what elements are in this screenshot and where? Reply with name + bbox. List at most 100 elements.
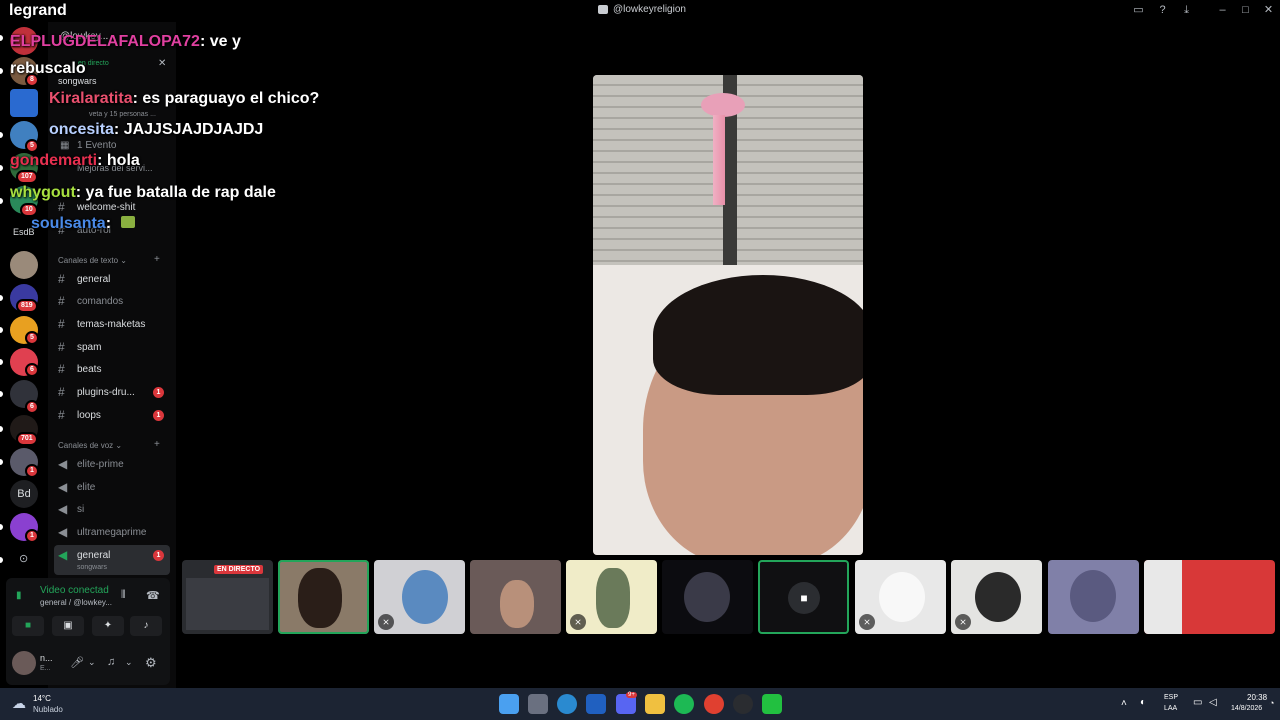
server-icon[interactable] — [10, 251, 38, 279]
mention-badge: 1 — [25, 529, 39, 543]
soundboard-button[interactable]: ♪ — [130, 616, 162, 636]
avatar[interactable] — [12, 651, 36, 675]
weather-icon[interactable]: ☁ — [12, 695, 26, 712]
video-tile[interactable] — [1048, 560, 1139, 634]
window-title-text: @lowkeyreligion — [613, 4, 686, 15]
chat-line: Kiralaratita: es paraguayo el chico? — [49, 90, 319, 108]
headphones-icon[interactable]: ♫ — [107, 656, 115, 668]
window-title: @lowkeyreligion — [598, 4, 686, 15]
voice-channel-general[interactable]: ◀ general 1 — [58, 545, 168, 565]
camera-button[interactable]: ■ — [12, 616, 44, 636]
video-tile[interactable]: ⨯ — [951, 560, 1042, 634]
chevron-down-icon[interactable]: ⌄ — [125, 657, 133, 668]
help-icon[interactable]: ? — [1156, 4, 1169, 17]
explorer-icon[interactable] — [645, 694, 665, 714]
mention-badge: 701 — [16, 432, 38, 446]
video-tile[interactable] — [662, 560, 753, 634]
channel-label: comandos — [77, 295, 124, 307]
events-link[interactable]: 1 Evento — [77, 140, 116, 151]
chat-line: oncesita: JAJJSJAJDJAJDJ — [49, 121, 263, 139]
activities-button[interactable]: ✦ — [92, 616, 124, 636]
download-icon[interactable]: ⤓ — [1180, 4, 1193, 17]
minimize-icon[interactable]: – — [1216, 4, 1229, 17]
clock-date[interactable]: 14/8/2026 — [1231, 705, 1262, 712]
mention-badge: 819 — [16, 299, 38, 313]
soundboard-icon[interactable]: ⫴ — [121, 589, 126, 602]
chrome-icon[interactable] — [704, 694, 724, 714]
chevron-down-icon[interactable]: ⌄ — [88, 657, 96, 668]
focused-video-stream[interactable] — [593, 75, 863, 555]
outlook-icon[interactable] — [586, 694, 606, 714]
mute-icon: ⨯ — [859, 614, 875, 630]
mic-icon[interactable]: 🎤︎ — [70, 656, 84, 669]
channel-loops[interactable]: # loops 1 — [58, 405, 168, 425]
task-view-icon[interactable] — [528, 694, 548, 714]
video-tile[interactable]: ■ — [758, 560, 849, 634]
hash-icon: # — [58, 294, 65, 308]
chat-text: : JAJJSJAJDJAJDJ — [113, 121, 264, 138]
voice-location[interactable]: general / @lowkey... — [40, 598, 112, 607]
mic-tray-icon[interactable]: ◐ — [1140, 697, 1146, 708]
chat-user: ELPLUGDELAFALOPA72 — [10, 33, 200, 50]
video-tile[interactable]: ⨯ — [855, 560, 946, 634]
user-status: E... — [40, 665, 51, 672]
video-tile[interactable] — [278, 560, 369, 634]
stream-tile[interactable]: EN DIRECTO — [182, 560, 273, 634]
network-icon[interactable]: ▭ — [1193, 697, 1202, 708]
voice-status[interactable]: Video conectad — [40, 585, 112, 596]
server-folder[interactable] — [10, 89, 38, 117]
chevron-up-icon[interactable]: ˄ — [1121, 698, 1127, 709]
channel-comandos[interactable]: # comandos — [58, 291, 168, 311]
screenshare-button[interactable]: ▣ — [52, 616, 84, 636]
channel-general[interactable]: # general — [58, 269, 168, 289]
close-icon[interactable]: ✕ — [1262, 4, 1275, 17]
discover-icon[interactable]: ⊙ — [19, 552, 28, 565]
mention-badge: 5 — [25, 331, 39, 345]
chat-text: : ve y — [199, 33, 241, 50]
language-indicator[interactable]: ESP — [1164, 694, 1178, 701]
chat-text: : hola — [97, 152, 140, 169]
channel-spam[interactable]: # spam — [58, 337, 168, 357]
text-category[interactable]: Canales de texto ⌄ + — [58, 254, 160, 265]
channel-plugins[interactable]: # plugins-dru... 1 — [58, 382, 168, 402]
video-tile[interactable] — [470, 560, 561, 634]
kick-icon[interactable] — [762, 694, 782, 714]
category-label: Canales de texto — [58, 256, 119, 265]
video-tile[interactable]: ⨯ — [566, 560, 657, 634]
add-channel-icon[interactable]: + — [154, 254, 160, 265]
video-tile[interactable] — [1144, 560, 1275, 634]
chat-line: ELPLUGDELAFALOPA72: ve y — [10, 33, 241, 51]
username[interactable]: n... — [40, 653, 53, 663]
spotify-icon[interactable] — [674, 694, 694, 714]
channel-temas-maketas[interactable]: # temas-maketas — [58, 314, 168, 334]
github-icon[interactable] — [733, 694, 753, 714]
maximize-icon[interactable]: □ — [1239, 4, 1252, 17]
video-tile[interactable]: ⨯ — [374, 560, 465, 634]
category-label: Canales de voz — [58, 441, 114, 450]
clock-time[interactable]: 20:38 — [1247, 693, 1267, 702]
hash-icon: # — [58, 408, 65, 422]
add-channel-icon[interactable]: + — [154, 439, 160, 450]
volume-icon[interactable]: ◁ — [1209, 697, 1217, 708]
brand-logo: legrand — [9, 2, 67, 19]
voice-channel-si[interactable]: ◀ si — [58, 499, 168, 519]
calendar-icon: ▦ — [60, 140, 70, 151]
inbox-icon[interactable]: ▭ — [1132, 4, 1145, 17]
gear-icon[interactable]: ⚙ — [145, 655, 157, 671]
members-text: veta y 15 personas ... — [89, 111, 156, 118]
voice-channel-elite-prime[interactable]: ◀ elite-prime — [58, 454, 168, 474]
voice-channel-ultramegaprime[interactable]: ◀ ultramegaprime — [58, 522, 168, 542]
notification-icon[interactable]: ◔ — [1269, 698, 1274, 708]
start-icon[interactable] — [499, 694, 519, 714]
voice-channel-elite[interactable]: ◀ elite — [58, 477, 168, 497]
edge-icon[interactable] — [557, 694, 577, 714]
camera-off-icon: ■ — [788, 582, 820, 614]
server-acronym[interactable]: Bd — [10, 480, 38, 508]
channel-beats[interactable]: # beats — [58, 359, 168, 379]
disconnect-icon[interactable]: ☎ — [146, 589, 160, 602]
voice-category[interactable]: Canales de voz ⌄ + — [58, 439, 160, 450]
weather-temp[interactable]: 14°C — [33, 694, 51, 703]
discord-badge: 9+ — [626, 692, 637, 698]
channel-label: plugins-dru... — [77, 386, 135, 398]
close-live-icon[interactable]: ✕ — [158, 58, 166, 69]
